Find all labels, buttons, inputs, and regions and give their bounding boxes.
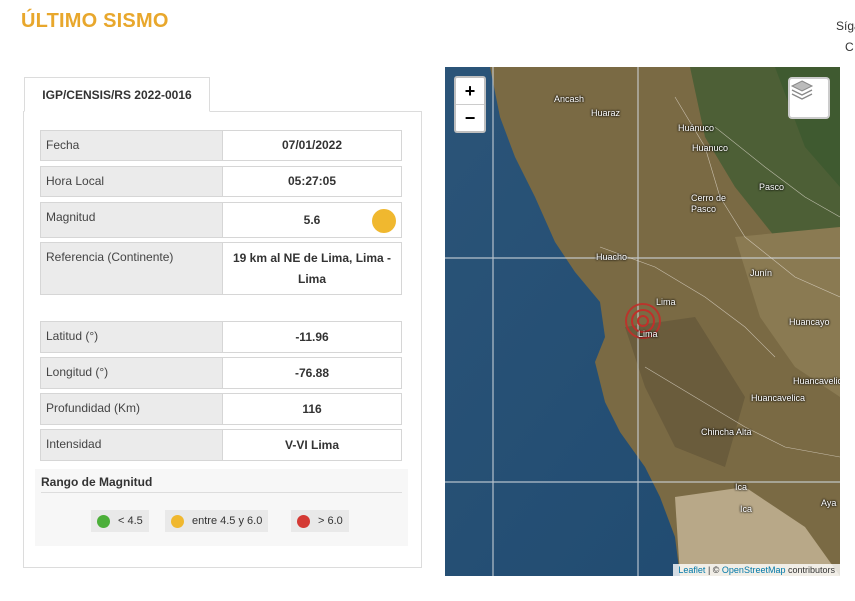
map-place-label: Lima bbox=[638, 329, 658, 339]
map-place-label: Lima bbox=[656, 297, 676, 307]
tab-report-id[interactable]: IGP/CENSIS/RS 2022-0016 bbox=[24, 77, 210, 112]
map-place-label: Ica bbox=[740, 504, 753, 514]
row-intensidad: Intensidad V-VI Lima bbox=[40, 429, 402, 461]
row-value: 05:27:05 bbox=[222, 167, 401, 196]
row-value: 5.6 bbox=[303, 212, 321, 227]
map-place-label: Huaraz bbox=[591, 108, 621, 118]
row-label: Longitud (°) bbox=[41, 358, 222, 388]
map-place-label: Huancavelica bbox=[751, 393, 806, 403]
row-referencia: Referencia (Continente) 19 km al NE de L… bbox=[40, 242, 402, 295]
map-place-label: Cerro de bbox=[691, 193, 727, 203]
legend-divider bbox=[41, 492, 402, 493]
attribution-separator: | © bbox=[705, 565, 722, 575]
magnitude-legend: Rango de Magnitud < 4.5 entre 4.5 y 6.0 … bbox=[35, 469, 408, 546]
magnitude-indicator-dot bbox=[372, 209, 396, 233]
row-magnitud: Magnitud 5.6 bbox=[40, 202, 402, 238]
map-terrain bbox=[445, 67, 840, 576]
map-place-label: Pasco bbox=[759, 182, 785, 192]
row-label: Latitud (°) bbox=[41, 322, 222, 352]
row-longitud: Longitud (°) -76.88 bbox=[40, 357, 402, 389]
legend-item-label: > 6.0 bbox=[318, 515, 343, 527]
row-value: 07/01/2022 bbox=[222, 131, 401, 160]
row-value: -76.88 bbox=[222, 358, 401, 388]
map-place-label: Chincha Alta bbox=[701, 427, 752, 437]
row-fecha: Fecha 07/01/2022 bbox=[40, 130, 402, 161]
header-cut-text-2: C bbox=[845, 40, 854, 54]
zoom-in-button[interactable]: + bbox=[456, 78, 484, 105]
epicenter-map[interactable]: Ancash Huaraz Huánuco Huanuco Cerro de P… bbox=[445, 67, 840, 576]
row-value: 116 bbox=[222, 394, 401, 424]
map-place-label: Huanuco bbox=[692, 143, 729, 153]
legend-item-low: < 4.5 bbox=[91, 510, 149, 532]
row-label: Magnitud bbox=[41, 203, 222, 237]
map-place-label: Aya bbox=[821, 498, 837, 508]
red-dot-icon bbox=[297, 514, 310, 528]
row-latitud: Latitud (°) -11.96 bbox=[40, 321, 402, 353]
legend-item-label: < 4.5 bbox=[118, 515, 143, 527]
row-hora-local: Hora Local 05:27:05 bbox=[40, 166, 402, 197]
legend-item-medium: entre 4.5 y 6.0 bbox=[165, 510, 269, 532]
row-value: -11.96 bbox=[222, 322, 401, 352]
layers-button[interactable] bbox=[788, 77, 830, 119]
row-value-wrap: 5.6 bbox=[222, 203, 401, 237]
row-label: Intensidad bbox=[41, 430, 222, 460]
map-place-label: Huánuco bbox=[678, 123, 715, 133]
zoom-out-button[interactable]: − bbox=[456, 105, 484, 131]
legend-title: Rango de Magnitud bbox=[41, 475, 153, 489]
zoom-control: + − bbox=[454, 76, 486, 133]
attribution-suffix: contributors bbox=[785, 565, 835, 575]
map-place-label: Huancavelica bbox=[793, 376, 840, 386]
map-place-label: Huancayo bbox=[789, 317, 830, 327]
legend-item-label: entre 4.5 y 6.0 bbox=[192, 515, 263, 527]
row-label: Referencia (Continente) bbox=[41, 243, 222, 294]
layers-icon bbox=[790, 80, 814, 100]
map-place-label: Huacho bbox=[596, 252, 628, 262]
header-cut-text: Síga bbox=[836, 19, 855, 33]
openstreetmap-link[interactable]: OpenStreetMap bbox=[722, 565, 786, 575]
row-value: 19 km al NE de Lima, Lima - Lima bbox=[222, 243, 401, 294]
page-title: ÚLTIMO SISMO bbox=[21, 10, 169, 32]
map-place-label: Junín bbox=[750, 268, 773, 278]
leaflet-link[interactable]: Leaflet bbox=[678, 565, 705, 575]
row-label: Fecha bbox=[41, 131, 222, 160]
row-profundidad: Profundidad (Km) 116 bbox=[40, 393, 402, 425]
row-label: Hora Local bbox=[41, 167, 222, 196]
legend-item-high: > 6.0 bbox=[291, 510, 349, 532]
map-place-label: Pasco bbox=[691, 204, 717, 214]
row-label: Profundidad (Km) bbox=[41, 394, 222, 424]
map-place-label: Ica bbox=[735, 482, 748, 492]
map-attribution: Leaflet | © OpenStreetMap contributors bbox=[673, 564, 840, 576]
yellow-dot-icon bbox=[171, 514, 184, 528]
green-dot-icon bbox=[97, 514, 110, 528]
map-place-label: Ancash bbox=[554, 94, 585, 104]
row-value: V-VI Lima bbox=[222, 430, 401, 460]
